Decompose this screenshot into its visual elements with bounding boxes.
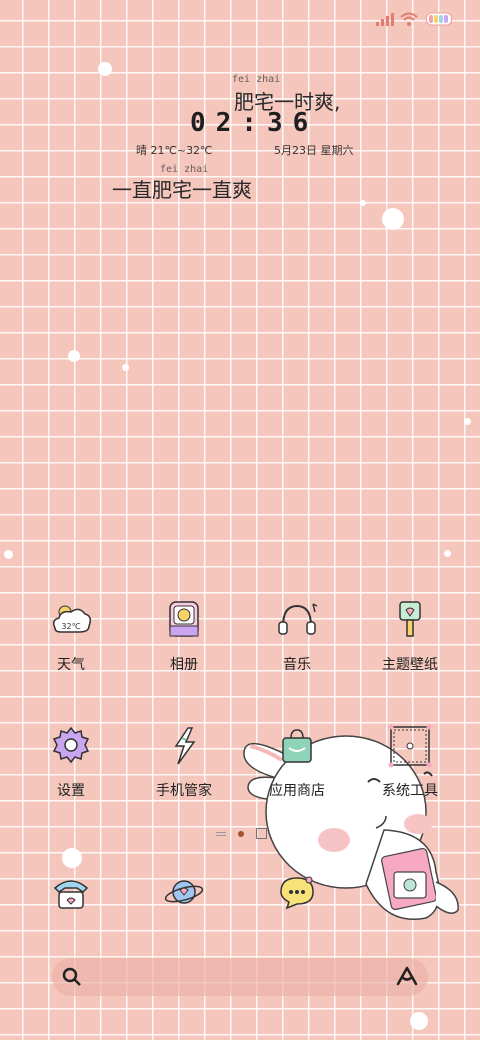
lightning-icon (162, 724, 206, 768)
page-indicator[interactable] (216, 828, 267, 839)
shopping-bag-icon (275, 724, 319, 768)
headphones-icon (275, 598, 319, 642)
weather-cloud-icon: 32℃ (49, 598, 93, 642)
gallery-icon (162, 598, 206, 642)
wifi-icon (400, 12, 418, 26)
app-label: 设置 (57, 783, 85, 799)
app-gallery[interactable]: 相册 (124, 598, 244, 674)
bubble-decoration (122, 364, 129, 371)
dock-browser[interactable] (124, 870, 244, 914)
menu-page-icon[interactable] (216, 831, 226, 836)
app-weather[interactable]: 32℃ 天气 (11, 598, 131, 674)
app-system-tools[interactable]: 系统工具 (350, 724, 470, 800)
date-text[interactable]: 5月23日 星期六 (274, 142, 354, 158)
theme-brush-icon (388, 598, 432, 642)
app-label: 应用商店 (269, 783, 325, 799)
dock-messages[interactable] (237, 870, 357, 914)
status-bar (0, 0, 480, 40)
signal-icon (376, 13, 394, 26)
bubble-decoration (98, 62, 112, 76)
tools-folder-icon (388, 724, 432, 768)
app-store[interactable]: 应用商店 (237, 724, 357, 800)
bubble-decoration (410, 1012, 428, 1030)
bubble-decoration (464, 418, 471, 425)
dock-camera[interactable] (350, 870, 470, 914)
bubble-decoration (382, 208, 404, 230)
widget-page-icon[interactable] (256, 828, 267, 839)
app-settings[interactable]: 设置 (11, 724, 131, 800)
bubble-decoration (360, 200, 366, 206)
planet-icon (162, 870, 206, 914)
app-label: 手机管家 (156, 783, 212, 799)
current-page-dot[interactable] (238, 830, 244, 837)
app-theme[interactable]: 主题壁纸 (350, 598, 470, 674)
dock-phone[interactable] (11, 870, 131, 914)
app-phone-manager[interactable]: 手机管家 (124, 724, 244, 800)
app-label: 音乐 (283, 657, 311, 673)
bubble-decoration (444, 550, 451, 557)
clock-time[interactable]: 02:36 (190, 108, 318, 138)
gear-icon (49, 724, 93, 768)
phone-icon (49, 870, 93, 914)
bubble-decoration (62, 848, 82, 868)
app-label: 相册 (170, 657, 198, 673)
search-bar[interactable] (52, 958, 428, 996)
weather-badge: 32℃ (61, 622, 80, 631)
bubble-decoration (4, 550, 13, 559)
chat-bubble-icon (275, 870, 319, 914)
app-label: 主题壁纸 (382, 657, 438, 673)
app-label: 系统工具 (382, 783, 438, 799)
assistant-icon[interactable] (396, 966, 418, 988)
app-music[interactable]: 音乐 (237, 598, 357, 674)
bubble-decoration (68, 350, 80, 362)
search-icon[interactable] (62, 967, 82, 987)
weather-text[interactable]: 晴 21℃~32℃ (136, 142, 212, 158)
app-label: 天气 (57, 657, 85, 673)
lyric-line-2: 一直肥宅一直爽 (112, 178, 252, 202)
battery-icon (426, 12, 452, 26)
pinyin-top: fei zhai (232, 74, 281, 85)
